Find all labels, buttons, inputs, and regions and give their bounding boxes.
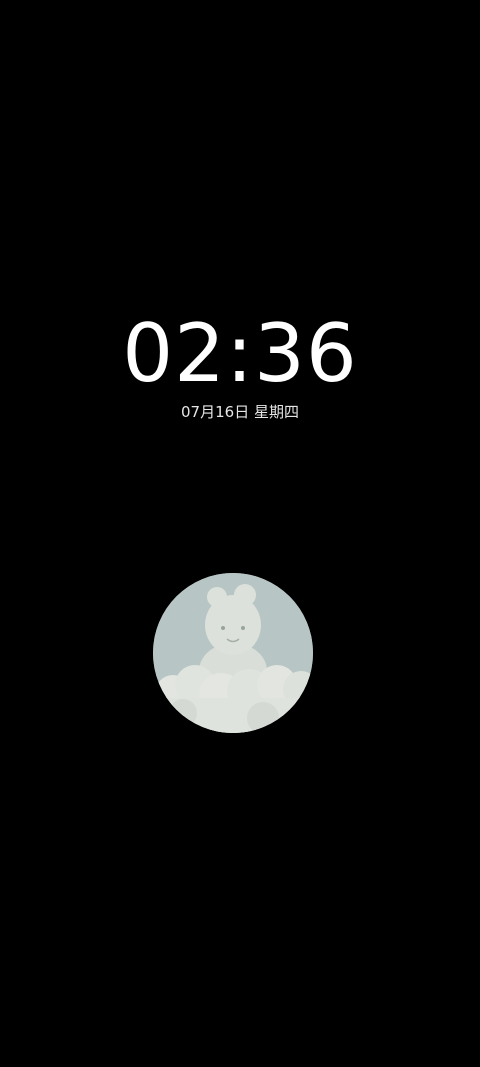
avatar[interactable] [153, 573, 313, 733]
lock-screen: 02:36 07月16日 星期四 [0, 0, 480, 1067]
clock-date: 07月16日 星期四 [181, 403, 299, 421]
clock-time: 02:36 [122, 307, 358, 400]
cloud-bear-avatar-icon [153, 573, 313, 733]
